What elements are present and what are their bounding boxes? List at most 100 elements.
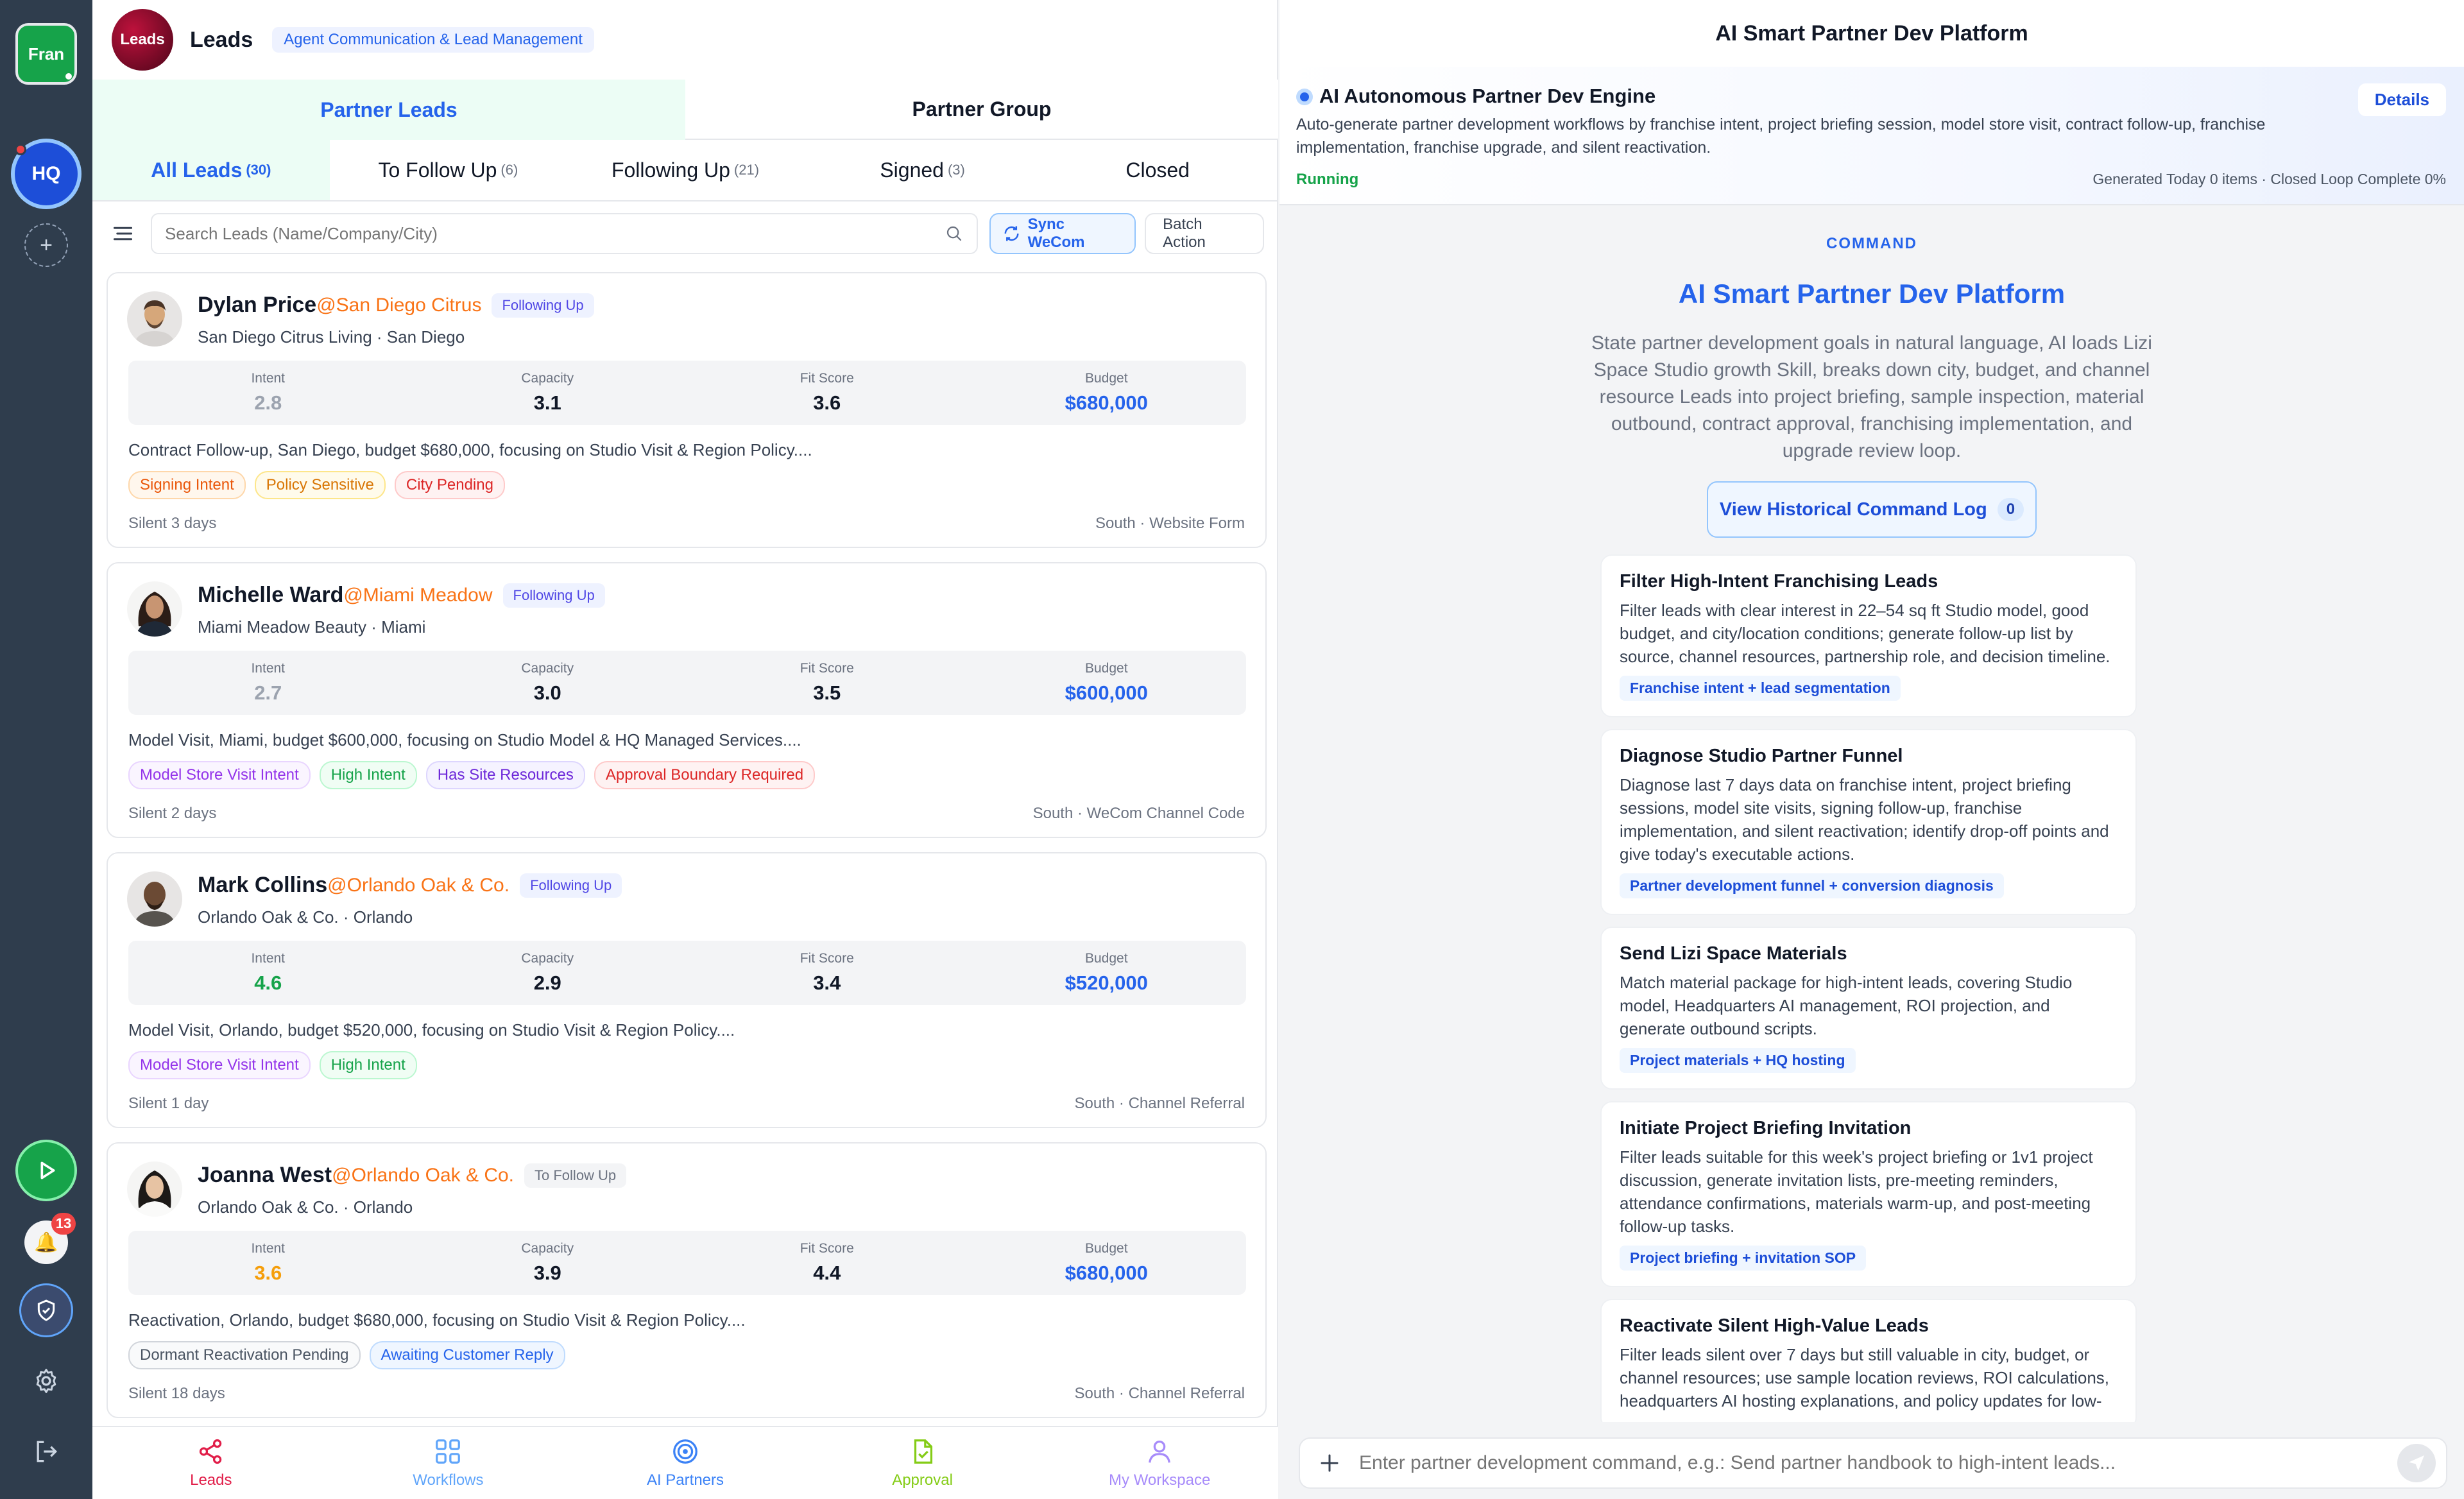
lead-company[interactable]: @San Diego Citrus — [316, 295, 481, 316]
lead-company[interactable]: @Orlando Oak & Co. — [332, 1165, 514, 1186]
tag[interactable]: Approval Boundary Required — [594, 761, 816, 789]
lead-metrics: Intent 2.8 Capacity 3.1 Fit Score 3.6 Budge… — [128, 361, 1246, 425]
nav-label: Approval — [892, 1471, 953, 1489]
send-button[interactable] — [2397, 1444, 2436, 1482]
command-eyebrow: COMMAND — [1826, 235, 1917, 252]
avatar — [127, 291, 182, 347]
history-log-button[interactable]: View Historical Command Log 0 — [1707, 481, 2037, 538]
lead-source: South · Website Form — [1095, 515, 1245, 532]
tab-count: (30) — [246, 162, 271, 178]
skill-title: Diagnose Studio Partner Funnel — [1620, 746, 1903, 766]
tag[interactable]: Signing Intent — [128, 471, 246, 499]
add-workspace-button[interactable]: + — [24, 223, 68, 267]
logout-button[interactable] — [28, 1434, 64, 1469]
command-composer — [1299, 1437, 2447, 1489]
tab-to-follow-up[interactable]: To Follow Up (6) — [330, 140, 567, 200]
engine-status: Running — [1296, 171, 1359, 188]
nav-approval[interactable]: Approval — [804, 1427, 1041, 1499]
lead-card[interactable]: Joanna West @Orlando Oak & Co. To Follow… — [107, 1142, 1267, 1418]
engine-card: AI Autonomous Partner Dev Engine Auto-ge… — [1279, 67, 2464, 205]
metric-value: 2.7 — [254, 681, 282, 704]
nav-my-workspace[interactable]: My Workspace — [1041, 1427, 1278, 1499]
segment-partner-group[interactable]: Partner Group — [685, 80, 1278, 140]
metric-label: Budget — [1084, 371, 1128, 386]
search-icon[interactable] — [945, 224, 964, 243]
hq-workspace-button[interactable]: HQ — [11, 139, 81, 209]
skill-card[interactable]: Filter High-Intent Franchising Leads Fil… — [1600, 554, 2137, 717]
details-button[interactable]: Details — [2357, 83, 2446, 116]
command-input[interactable] — [1359, 1452, 2397, 1474]
skill-card[interactable]: Send Lizi Space Materials Match material… — [1600, 927, 2137, 1090]
shield-check-icon — [37, 1299, 55, 1321]
lead-card[interactable]: Michelle Ward @Miami Meadow Following Up… — [107, 562, 1267, 838]
metric-fit-score: Fit Score 3.4 — [687, 941, 967, 1005]
notifications-button[interactable]: 🔔 13 — [24, 1213, 76, 1264]
tag[interactable]: Has Site Resources — [425, 761, 585, 789]
run-button[interactable] — [15, 1140, 77, 1201]
tab-all-leads[interactable]: All Leads (30) — [92, 140, 330, 200]
leads-panel: Leads Leads Agent Communication & Lead M… — [92, 0, 1278, 1499]
tag[interactable]: Policy Sensitive — [254, 471, 386, 499]
metric-budget: Budget $680,000 — [967, 361, 1247, 425]
lead-name-row: Dylan Price @San Diego Citrus Following … — [198, 293, 594, 318]
tag[interactable]: Awaiting Customer Reply — [369, 1341, 565, 1369]
metric-value: $680,000 — [1065, 1262, 1148, 1284]
history-count-badge: 0 — [1997, 498, 2024, 521]
tag[interactable]: Model Store Visit Intent — [128, 1051, 311, 1079]
nav-leads[interactable]: Leads — [92, 1427, 330, 1499]
skill-card[interactable]: Initiate Project Briefing Invitation Fil… — [1600, 1101, 2137, 1287]
tag[interactable]: Dormant Reactivation Pending — [128, 1341, 361, 1369]
batch-action-button[interactable]: Batch Action — [1145, 213, 1264, 254]
skill-list: Filter High-Intent Franchising Leads Fil… — [1600, 554, 2137, 1422]
lead-company[interactable]: @Orlando Oak & Co. — [327, 875, 509, 896]
tab-closed[interactable]: Closed — [1041, 140, 1278, 200]
lead-org-city: Orlando Oak & Co. · Orlando — [198, 907, 413, 927]
segment-partner-leads[interactable]: Partner Leads — [92, 80, 685, 140]
skill-card[interactable]: Reactivate Silent High-Value Leads Filte… — [1600, 1299, 2137, 1422]
nav-workflows[interactable]: Workflows — [330, 1427, 567, 1499]
play-icon — [40, 1161, 55, 1179]
tab-following-up[interactable]: Following Up (21) — [567, 140, 804, 200]
status-badge: Following Up — [502, 583, 605, 608]
lead-card[interactable]: Dylan Price @San Diego Citrus Following … — [107, 272, 1267, 548]
sync-wecom-button[interactable]: Sync WeCom — [989, 213, 1136, 254]
tab-signed[interactable]: Signed (3) — [804, 140, 1041, 200]
filter-menu-icon[interactable] — [112, 222, 134, 245]
lead-metrics: Intent 4.6 Capacity 2.9 Fit Score 3.4 Budge… — [128, 941, 1246, 1005]
lead-name[interactable]: Michelle Ward — [198, 583, 343, 608]
search-input[interactable] — [165, 223, 936, 244]
lead-name-row: Mark Collins @Orlando Oak & Co. Followin… — [198, 873, 622, 898]
skill-title: Reactivate Silent High-Value Leads — [1620, 1315, 1929, 1336]
metric-value: 4.4 — [813, 1262, 841, 1284]
hq-label: HQ — [31, 163, 61, 184]
metric-label: Fit Score — [800, 371, 854, 386]
tag[interactable]: City Pending — [394, 471, 505, 499]
lead-card[interactable]: Mark Collins @Orlando Oak & Co. Followin… — [107, 852, 1267, 1128]
security-button[interactable] — [19, 1283, 73, 1337]
tag[interactable]: High Intent — [319, 1051, 417, 1079]
plus-icon: + — [40, 232, 53, 257]
account-button[interactable]: Fran — [15, 23, 77, 85]
status-badge: Following Up — [520, 873, 622, 898]
metric-budget: Budget $600,000 — [967, 651, 1247, 715]
lead-company[interactable]: @Miami Meadow — [343, 585, 492, 606]
lead-name[interactable]: Dylan Price — [198, 293, 316, 318]
metric-value: $520,000 — [1065, 972, 1148, 994]
status-badge: Following Up — [492, 293, 594, 318]
bottom-nav: Leads Workflows AI Partners Approval My … — [92, 1426, 1278, 1499]
lead-name[interactable]: Mark Collins — [198, 873, 327, 898]
lead-tags: Model Store Visit Intent High Intent Has… — [128, 761, 816, 789]
nav-ai-partners[interactable]: AI Partners — [567, 1427, 804, 1499]
lead-source: South · Channel Referral — [1074, 1385, 1245, 1402]
tag[interactable]: High Intent — [319, 761, 417, 789]
lead-name[interactable]: Joanna West — [198, 1163, 332, 1188]
lead-org-city: San Diego Citrus Living · San Diego — [198, 327, 465, 347]
settings-button[interactable] — [28, 1363, 64, 1399]
metric-capacity: Capacity 3.9 — [408, 1231, 688, 1295]
metric-value: $600,000 — [1065, 681, 1148, 704]
plus-icon[interactable] — [1318, 1452, 1341, 1475]
logout-icon — [37, 1441, 58, 1462]
skill-description: Match material package for high-intent l… — [1620, 973, 2073, 1038]
tag[interactable]: Model Store Visit Intent — [128, 761, 311, 789]
skill-card[interactable]: Diagnose Studio Partner Funnel Diagnose … — [1600, 729, 2137, 915]
